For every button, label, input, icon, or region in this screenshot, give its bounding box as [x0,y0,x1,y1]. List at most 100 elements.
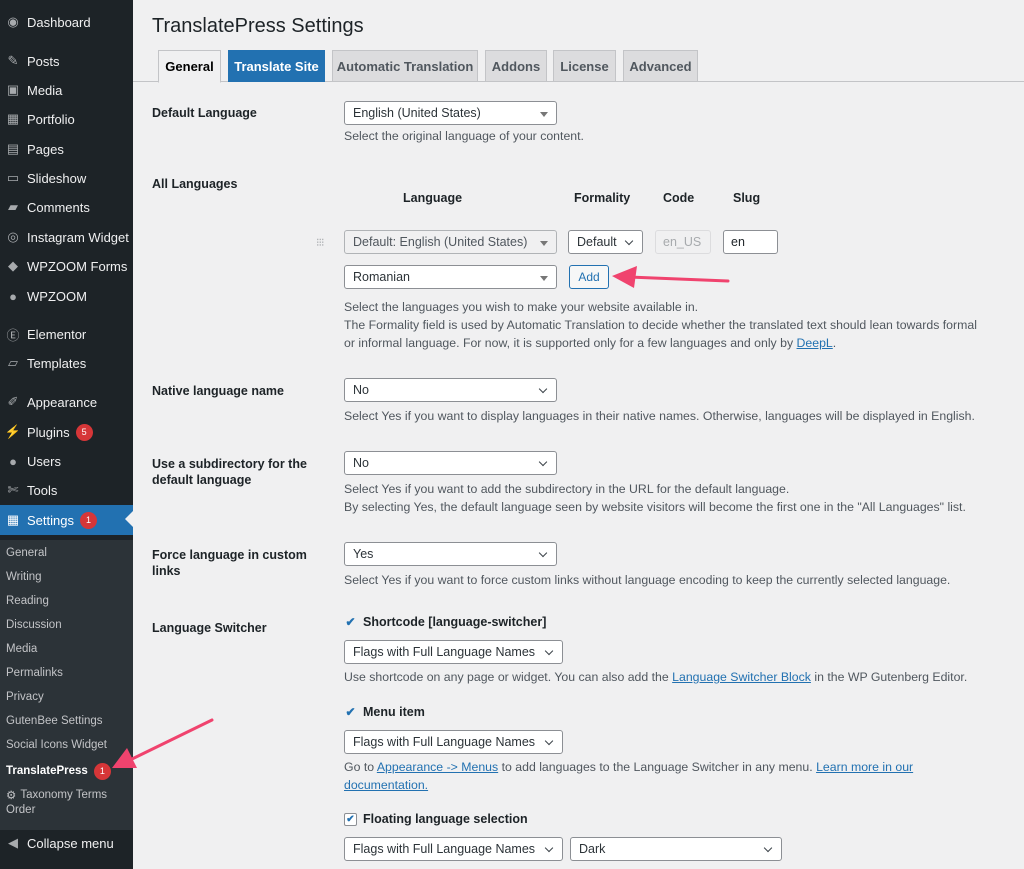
submenu-translatepress[interactable]: TranslatePress 1 [6,763,111,780]
menu-comments[interactable]: ▰ Comments [0,193,133,221]
wpzoom-icon: ● [9,288,17,304]
settings-tabs: General Translate Site Automatic Transla… [133,50,1024,83]
menu-media[interactable]: ▣ Media [0,76,133,104]
floating-style-select[interactable]: Flags with Full Language Names [344,837,563,861]
submenu-gutenbee-settings[interactable]: GutenBee Settings [6,715,103,727]
formality-select[interactable]: Default [568,230,643,254]
plugin-icon: ⚡ [4,424,22,439]
elementor-icon: Ⓔ [6,327,20,343]
force-language-label: Force language in custom links [152,548,307,578]
shortcode-option[interactable]: ✔ Shortcode [language-switcher] [344,615,546,629]
menu-wpzoom[interactable]: ● WPZOOM [0,282,133,310]
tab-advanced[interactable]: Advanced [623,50,698,82]
col-slug-header: Slug [733,191,761,205]
all-languages-label: All Languages [152,177,238,191]
language-switcher-label: Language Switcher [152,621,267,635]
checkmark-icon[interactable]: ✔ [344,705,357,719]
collapse-icon: ◀ [8,835,18,850]
learn-more-link[interactable]: Learn more in our [816,760,913,774]
col-formality-header: Formality [574,191,631,205]
portfolio-icon: ▦ [6,111,20,126]
submenu-permalinks[interactable]: Permalinks [6,667,63,679]
submenu-taxonomy-order-label: Order [6,804,36,816]
main-content: TranslatePress Settings General Translat… [133,0,1024,869]
pages-icon: ▤ [6,141,20,156]
drag-handle-icon[interactable]: ⁝⁝⁝ [316,236,324,249]
floating-selection-option[interactable]: ✔ Floating language selection [344,812,528,826]
add-language-button[interactable]: Add [569,265,609,289]
submenu-discussion[interactable]: Discussion [6,619,62,631]
deepl-link[interactable]: DeepL [797,336,833,350]
tab-license[interactable]: License [553,50,616,82]
language-switcher-block-link[interactable]: Language Switcher Block [672,670,811,684]
submenu-privacy[interactable]: Privacy [6,691,44,703]
force-language-select[interactable]: Yes [344,542,557,566]
collapse-menu-button[interactable]: ◀ Collapse menu [0,829,133,857]
checkmark-icon[interactable]: ✔ [344,615,357,629]
subdirectory-label: Use a subdirectory for the default langua… [152,457,307,487]
menu-slideshow[interactable]: ▭ Slideshow [0,164,133,192]
submenu-general[interactable]: General [6,547,47,559]
comments-icon: ▰ [8,199,18,214]
menu-users[interactable]: ● Users [0,447,133,475]
menu-portfolio[interactable]: ▦ Portfolio [0,105,133,133]
user-icon: ● [9,453,17,469]
submenu-reading[interactable]: Reading [6,595,49,607]
paintbrush-icon: ✐ [7,394,19,409]
language-code-field: en_US [655,230,711,254]
subdirectory-desc-1: Select Yes if you want to add the subdir… [344,482,790,496]
checkbox-checked-icon[interactable]: ✔ [344,812,357,826]
floating-theme-select[interactable]: Dark [570,837,782,861]
shortcode-style-select[interactable]: Flags with Full Language Names [344,640,563,664]
menu-pages[interactable]: ▤ Pages [0,135,133,163]
col-language-header: Language [403,191,463,205]
submenu-social-icons-widget[interactable]: Social Icons Widget [6,739,107,751]
menu-posts[interactable]: ✎ Posts [0,47,133,75]
tab-automatic-translation[interactable]: Automatic Translation [332,50,478,82]
default-language-label: Default Language [152,106,257,120]
col-code-header: Code [663,191,695,205]
folder-icon: ▱ [8,355,18,370]
default-language-desc: Select the original language of your con… [344,129,584,143]
menu-settings[interactable]: ▦ Settings 1 [0,505,133,535]
instagram-icon: ◎ [7,229,19,244]
menu-plugins[interactable]: ⚡ Plugins 5 [0,418,133,446]
force-language-desc: Select Yes if you want to force custom l… [344,573,951,587]
submenu-writing[interactable]: Writing [6,571,42,583]
menu-tools[interactable]: ✄ Tools [0,476,133,504]
slideshow-icon: ▭ [6,170,20,185]
menu-wpzoom-forms[interactable]: ◆ WPZOOM Forms [0,252,133,280]
translatepress-badge: 1 [93,763,111,780]
subdirectory-select[interactable]: No [344,451,557,475]
tab-addons[interactable]: Addons [485,50,547,82]
new-language-select[interactable]: Romanian [344,265,557,289]
all-languages-desc-1: Select the languages you wish to make yo… [344,300,699,314]
language-slug-field[interactable]: en [723,230,778,254]
appearance-menus-link[interactable]: Appearance -> Menus [377,760,498,774]
native-name-select[interactable]: No [344,378,557,402]
admin-sidebar: ◉ Dashboard ✎ Posts ▣ Media ▦ Portfolio ▤ Pag… [0,0,133,869]
tab-general[interactable]: General [158,50,221,83]
media-icon: ▣ [6,82,20,97]
all-languages-desc-3: or informal language. For now, it is sup… [344,336,837,350]
menu-appearance[interactable]: ✐ Appearance [0,388,133,416]
menu-templates[interactable]: ▱ Templates [0,349,133,377]
menu-dashboard[interactable]: ◉ Dashboard [0,8,133,36]
plugins-update-badge: 5 [75,423,93,441]
menu-elementor[interactable]: Ⓔ Elementor [0,320,133,348]
tab-translate-site[interactable]: Translate Site [228,50,325,82]
documentation-link[interactable]: documentation. [344,778,428,792]
settings-badge: 1 [79,511,97,529]
menu-item-style-select[interactable]: Flags with Full Language Names [344,730,563,754]
native-name-desc: Select Yes if you want to display langua… [344,409,975,423]
gear-icon: ⚙ [6,790,17,802]
submenu-taxonomy-terms-order[interactable]: ⚙ Taxonomy Terms [6,788,107,802]
native-name-label: Native language name [152,384,284,398]
menu-instagram-widget[interactable]: ◎ Instagram Widget [0,223,133,251]
submenu-media[interactable]: Media [6,643,37,655]
all-languages-desc-2: The Formality field is used by Automatic… [344,318,977,332]
dashboard-icon: ◉ [7,14,19,29]
default-language-select[interactable]: English (United States) [344,101,557,125]
menu-item-option[interactable]: ✔ Menu item [344,705,424,719]
subdirectory-desc-2: By selecting Yes, the default language s… [344,500,966,514]
